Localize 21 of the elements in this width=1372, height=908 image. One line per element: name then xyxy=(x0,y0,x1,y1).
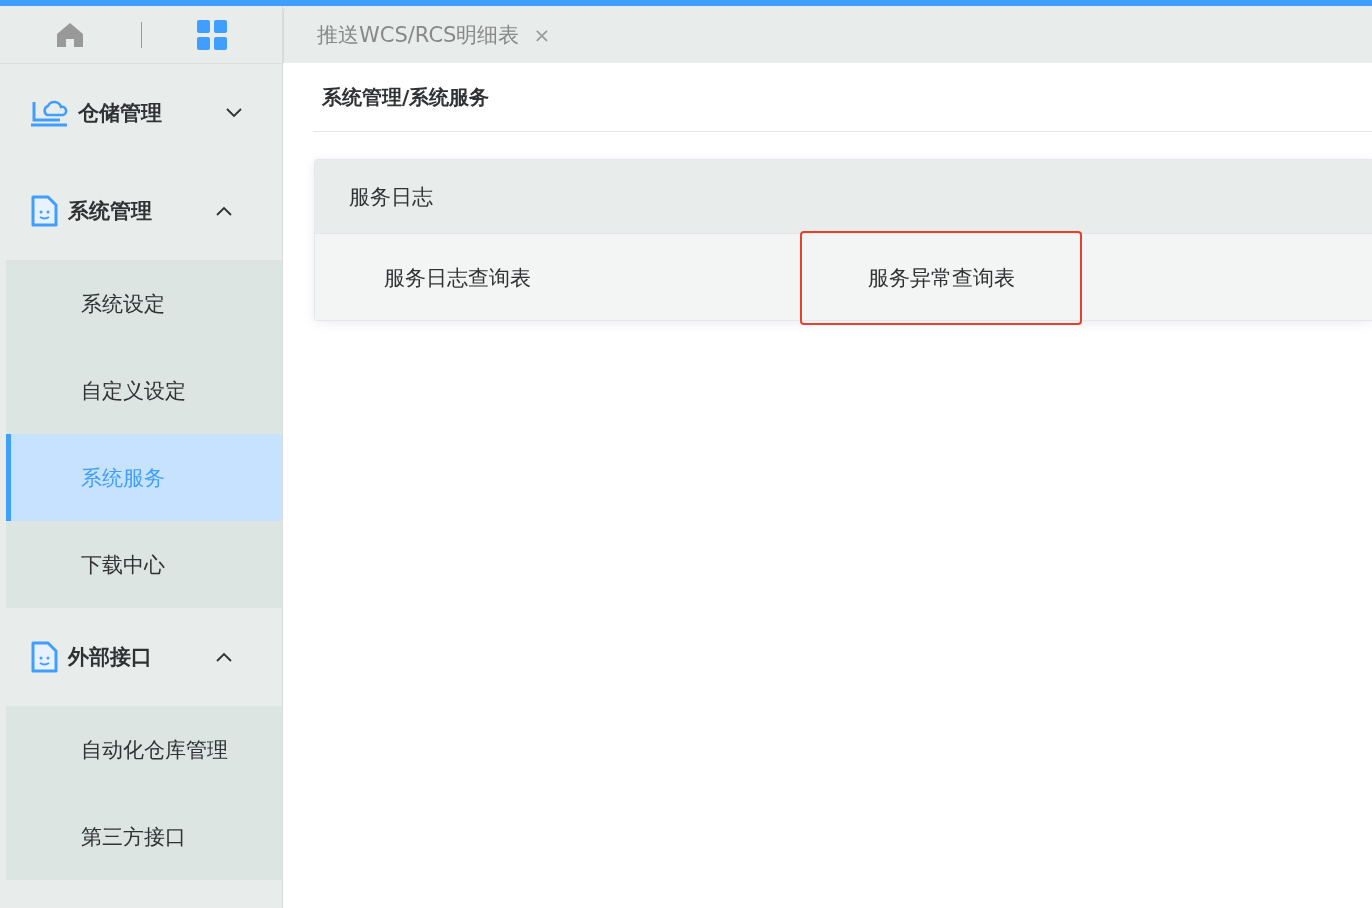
report-link[interactable]: 服务异常查询表 xyxy=(800,231,1082,325)
grid-icon[interactable] xyxy=(196,19,227,50)
breadcrumb: 系统管理/系统服务 xyxy=(313,63,1372,132)
laptop-cloud-icon xyxy=(30,98,68,128)
document-face-icon xyxy=(30,195,58,227)
chevron-up-icon xyxy=(216,206,232,216)
menu-group[interactable]: 仓储管理 xyxy=(0,64,282,162)
menu-item[interactable]: 自动化仓库管理 xyxy=(6,706,282,793)
home-icon[interactable] xyxy=(56,20,85,49)
chevron-up-icon xyxy=(216,652,232,662)
menu-item[interactable]: 自定义设定 xyxy=(6,347,282,434)
document-face-icon xyxy=(30,641,58,673)
menu-group[interactable]: 系统管理 xyxy=(0,162,282,260)
menu-item[interactable]: 下载中心 xyxy=(6,521,282,608)
report-link[interactable]: 服务日志查询表 xyxy=(315,231,600,325)
menu-group[interactable]: 外部接口 xyxy=(0,608,282,706)
tab-label: 推送WCS/RCS明细表 xyxy=(317,21,520,49)
card-title: 服务日志 xyxy=(315,160,1372,234)
chevron-down-icon xyxy=(226,108,242,118)
menu-item[interactable]: 系统设定 xyxy=(6,260,282,347)
menu-item[interactable]: 第三方接口 xyxy=(6,793,282,880)
